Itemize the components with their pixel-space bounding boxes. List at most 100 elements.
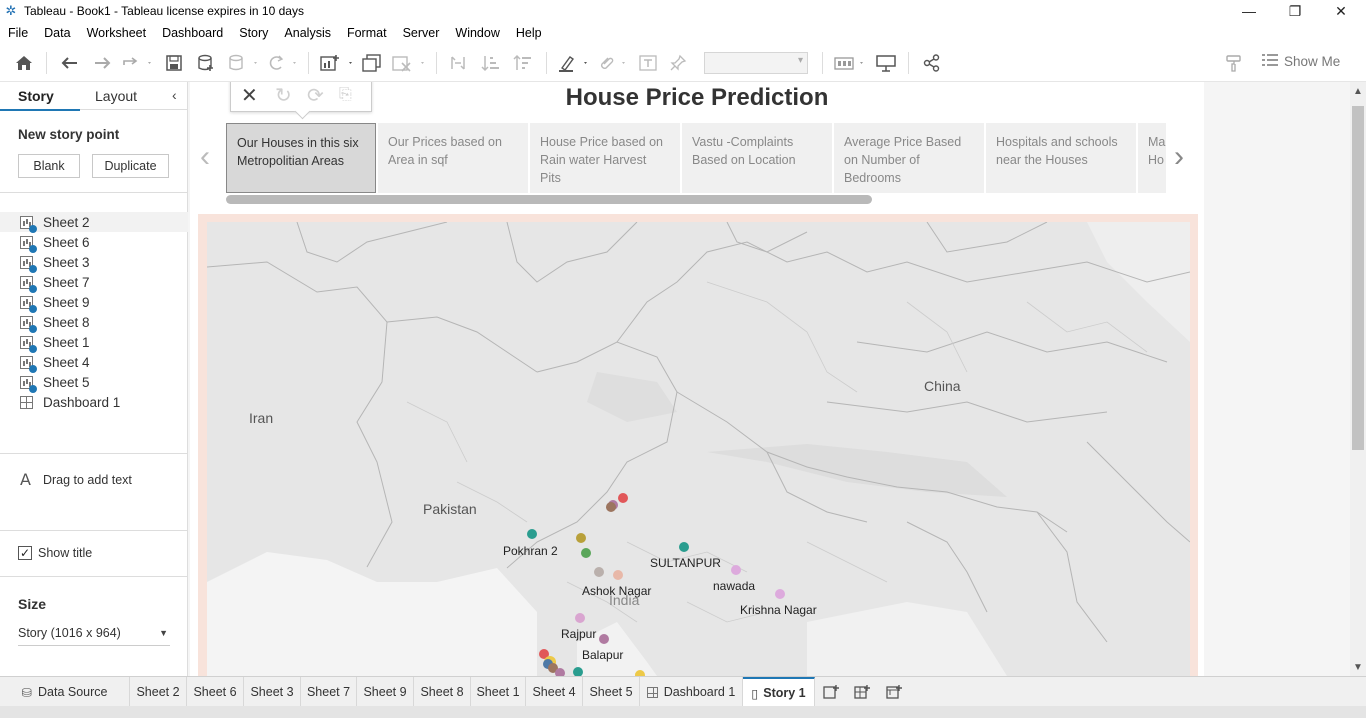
replay-animation-icon[interactable] <box>120 52 154 74</box>
tab-sheet[interactable]: Sheet 5 <box>583 677 640 707</box>
refresh-icon[interactable] <box>264 52 300 74</box>
sheet-list-item[interactable]: Sheet 5 <box>0 372 188 393</box>
group-members-icon[interactable] <box>596 52 630 74</box>
sheet-list-item[interactable]: Sheet 8 <box>0 312 188 333</box>
show-me-button[interactable]: Show Me <box>1262 53 1340 70</box>
home-icon[interactable] <box>12 52 36 74</box>
sheet-list-item[interactable]: Sheet 4 <box>0 352 188 373</box>
story-point-card[interactable]: Average Price Based on Number of Bedroom… <box>834 123 984 193</box>
presentation-mode-icon[interactable] <box>874 52 898 74</box>
menu-server[interactable]: Server <box>395 22 448 44</box>
tab-data-source[interactable]: ⛁ Data Source <box>0 677 130 707</box>
menu-dashboard[interactable]: Dashboard <box>154 22 231 44</box>
map-point[interactable] <box>581 548 591 558</box>
story-point-card[interactable]: Our Prices based on Area in sqf <box>378 123 528 193</box>
sort-ascending-icon[interactable] <box>478 52 502 74</box>
tab-sheet[interactable]: Sheet 7 <box>301 677 357 707</box>
map-point[interactable] <box>594 567 604 577</box>
menu-analysis[interactable]: Analysis <box>276 22 339 44</box>
fix-axes-icon[interactable] <box>666 52 690 74</box>
dashboard-list-item[interactable]: Dashboard 1 <box>0 392 188 412</box>
close-button[interactable]: ✕ <box>1318 0 1364 22</box>
new-data-source-icon[interactable] <box>194 52 218 74</box>
tab-layout[interactable]: Layout <box>95 88 137 104</box>
minimize-button[interactable]: — <box>1226 0 1272 22</box>
share-icon[interactable] <box>920 52 944 74</box>
highlight-icon[interactable] <box>556 52 592 74</box>
menu-story[interactable]: Story <box>231 22 276 44</box>
tab-sheet[interactable]: Sheet 8 <box>414 677 471 707</box>
tab-story[interactable]: ▯ Story 1 <box>743 677 815 707</box>
sheet-list-item[interactable]: Sheet 7 <box>0 272 188 293</box>
story-point-card[interactable]: Hospitals and schools near the Houses <box>986 123 1136 193</box>
tab-sheet[interactable]: Sheet 4 <box>526 677 583 707</box>
drag-to-add-text[interactable]: A Drag to add text <box>20 470 132 489</box>
restore-button[interactable]: ❐ <box>1272 0 1318 22</box>
tab-dashboard[interactable]: Dashboard 1 <box>640 677 743 707</box>
sort-descending-icon[interactable] <box>510 52 534 74</box>
map-point[interactable] <box>679 542 689 552</box>
menu-data[interactable]: Data <box>36 22 78 44</box>
new-dashboard-tab-icon[interactable] <box>848 677 876 707</box>
sheet-list-item[interactable]: Sheet 9 <box>0 292 188 313</box>
tab-sheet[interactable]: Sheet 6 <box>187 677 244 707</box>
sheet-list-item[interactable]: Sheet 6 <box>0 232 188 253</box>
map-point[interactable] <box>575 613 585 623</box>
map-point[interactable] <box>618 493 628 503</box>
duplicate-sheet-icon[interactable] <box>360 52 384 74</box>
sheet-list-item[interactable]: Sheet 2 <box>0 212 188 233</box>
next-story-point-icon[interactable]: › <box>1174 142 1184 172</box>
blank-button[interactable]: Blank <box>18 154 80 178</box>
delete-story-point-icon[interactable]: ✕ <box>241 83 258 108</box>
story-point-card[interactable]: Ma Ho <box>1138 123 1166 193</box>
tab-story[interactable]: Story <box>18 88 54 104</box>
fit-view-icon[interactable] <box>832 52 868 74</box>
save-icon[interactable] <box>162 52 186 74</box>
redo-icon[interactable] <box>90 52 114 74</box>
menu-file[interactable]: File <box>0 22 36 44</box>
new-worksheet-icon[interactable] <box>318 52 356 74</box>
previous-story-point-icon[interactable]: ‹ <box>200 142 210 172</box>
tab-sheet[interactable]: Sheet 3 <box>244 677 301 707</box>
map-view[interactable]: Iran Pakistan China India Pokhran 2 SULT… <box>207 222 1190 676</box>
scrollbar-thumb[interactable] <box>1352 106 1364 450</box>
swap-rows-columns-icon[interactable] <box>446 52 470 74</box>
scroll-up-icon[interactable]: ▲ <box>1353 86 1363 97</box>
sheet-list-item[interactable]: Sheet 3 <box>0 252 188 273</box>
clear-sheet-icon[interactable] <box>390 52 428 74</box>
fit-dropdown[interactable] <box>704 52 808 74</box>
menu-help[interactable]: Help <box>508 22 550 44</box>
new-story-tab-icon[interactable] <box>880 677 908 707</box>
tab-sheet[interactable]: Sheet 2 <box>130 677 187 707</box>
new-worksheet-tab-icon[interactable] <box>817 677 845 707</box>
undo-icon[interactable] <box>58 52 82 74</box>
map-point[interactable] <box>613 570 623 580</box>
story-point-card[interactable]: House Price based on Rain water Harvest … <box>530 123 680 193</box>
format-painter-icon[interactable] <box>1222 52 1246 74</box>
update-icon[interactable]: ⟳ <box>307 83 324 108</box>
vertical-scrollbar[interactable]: ▲ ▼ <box>1350 82 1366 676</box>
tab-sheet[interactable]: Sheet 9 <box>357 677 414 707</box>
scroll-down-icon[interactable]: ▼ <box>1353 662 1363 673</box>
map-point[interactable] <box>606 502 616 512</box>
tab-sheet[interactable]: Sheet 1 <box>471 677 526 707</box>
collapse-pane-icon[interactable]: ‹ <box>172 87 177 103</box>
sheet-list-item[interactable]: Sheet 1 <box>0 332 188 353</box>
save-as-new-icon[interactable]: ⎘ <box>339 86 352 104</box>
pause-updates-icon[interactable] <box>226 52 260 74</box>
story-point-card[interactable]: Our Houses in this six Metropolitian Are… <box>226 123 376 193</box>
map-point[interactable] <box>573 667 583 676</box>
size-dropdown[interactable]: Story (1016 x 964) ▼ <box>18 626 170 646</box>
menu-worksheet[interactable]: Worksheet <box>79 22 155 44</box>
map-point[interactable] <box>576 533 586 543</box>
menu-format[interactable]: Format <box>339 22 395 44</box>
map-point[interactable] <box>527 529 537 539</box>
menu-window[interactable]: Window <box>447 22 507 44</box>
show-labels-icon[interactable] <box>636 52 660 74</box>
story-navigator-scrollbar[interactable] <box>226 195 872 204</box>
map-point[interactable] <box>731 565 741 575</box>
duplicate-button[interactable]: Duplicate <box>92 154 169 178</box>
show-title-checkbox[interactable]: ✓ Show title <box>18 546 92 560</box>
map-point[interactable] <box>599 634 609 644</box>
story-point-card[interactable]: Vastu -Complaints Based on Location <box>682 123 832 193</box>
